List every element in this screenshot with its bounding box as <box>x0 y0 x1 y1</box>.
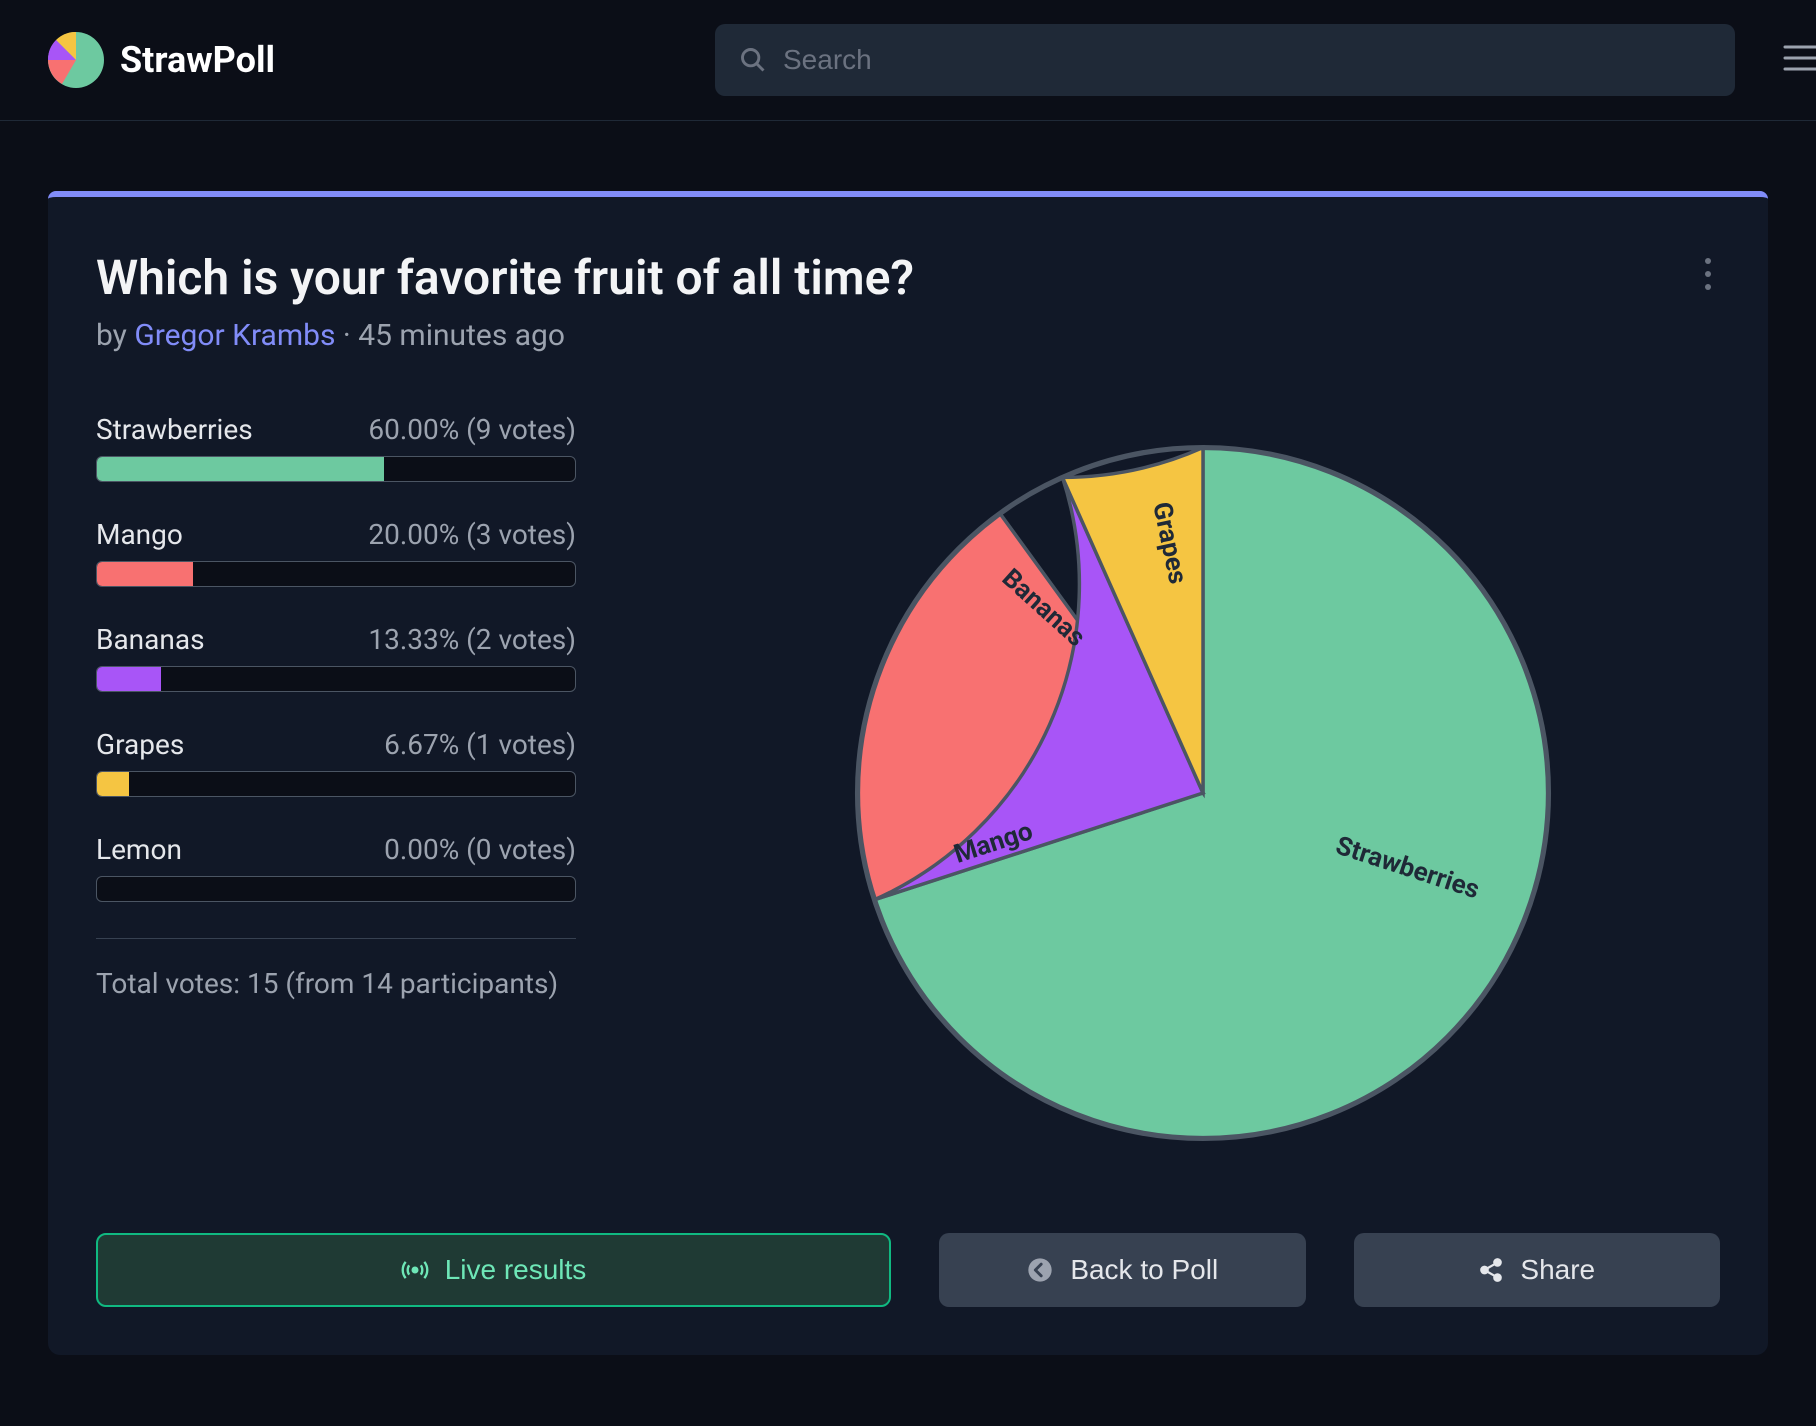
arrow-left-circle-icon <box>1026 1256 1054 1284</box>
divider <box>96 938 576 939</box>
search-icon <box>739 46 767 74</box>
totals-text: Total votes: 15 (from 14 participants) <box>96 963 576 1005</box>
poll-card: Which is your favorite fruit of all time… <box>48 191 1768 1355</box>
back-label: Back to Poll <box>1070 1254 1218 1286</box>
result-bar <box>96 771 576 797</box>
option-name: Lemon <box>96 833 182 866</box>
share-icon <box>1478 1257 1504 1283</box>
more-options-button[interactable] <box>1696 249 1720 303</box>
search-box[interactable] <box>715 24 1735 96</box>
result-row: Mango 20.00% (3 votes) <box>96 518 576 587</box>
option-stats: 60.00% (9 votes) <box>368 413 576 446</box>
pie-chart-container: Strawberries Mango Bananas Grapes <box>686 413 1720 1173</box>
option-name: Grapes <box>96 728 184 761</box>
dots-vertical-icon <box>1704 257 1712 291</box>
option-stats: 6.67% (1 votes) <box>384 728 576 761</box>
live-results-button[interactable]: Live results <box>96 1233 891 1307</box>
result-row: Strawberries 60.00% (9 votes) <box>96 413 576 482</box>
result-bar-fill <box>97 562 193 586</box>
option-stats: 13.33% (2 votes) <box>368 623 576 656</box>
live-results-label: Live results <box>445 1254 587 1286</box>
result-bar <box>96 876 576 902</box>
app-header: StrawPoll <box>0 0 1816 121</box>
poll-title: Which is your favorite fruit of all time… <box>96 249 1720 306</box>
author-link[interactable]: Gregor Krambs <box>134 318 335 353</box>
result-bar-fill <box>97 667 161 691</box>
brand-link[interactable]: StrawPoll <box>48 32 275 88</box>
pie-chart: Strawberries Mango Bananas Grapes <box>823 413 1583 1173</box>
result-row: Lemon 0.00% (0 votes) <box>96 833 576 902</box>
option-name: Bananas <box>96 623 205 656</box>
poll-time: 45 minutes ago <box>358 318 565 353</box>
results-list: Strawberries 60.00% (9 votes) Mango 20.0… <box>96 413 576 1173</box>
option-stats: 20.00% (3 votes) <box>368 518 576 551</box>
option-stats: 0.00% (0 votes) <box>384 833 576 866</box>
result-bar-fill <box>97 457 384 481</box>
result-bar <box>96 666 576 692</box>
search-input[interactable] <box>783 44 1711 76</box>
action-buttons: Live results Back to Poll Share <box>96 1233 1720 1307</box>
byline-sep: · <box>335 318 358 353</box>
brand-logo-icon <box>48 32 104 88</box>
menu-button[interactable] <box>1775 35 1816 85</box>
result-bar-fill <box>97 772 129 796</box>
hamburger-icon <box>1783 43 1816 73</box>
broadcast-icon <box>401 1256 429 1284</box>
poll-content: Strawberries 60.00% (9 votes) Mango 20.0… <box>96 413 1720 1173</box>
result-bar <box>96 561 576 587</box>
option-name: Strawberries <box>96 413 253 446</box>
result-row: Grapes 6.67% (1 votes) <box>96 728 576 797</box>
share-button[interactable]: Share <box>1354 1233 1721 1307</box>
back-to-poll-button[interactable]: Back to Poll <box>939 1233 1306 1307</box>
share-label: Share <box>1520 1254 1595 1286</box>
option-name: Mango <box>96 518 183 551</box>
poll-byline: by Gregor Krambs · 45 minutes ago <box>96 318 1720 353</box>
result-bar <box>96 456 576 482</box>
result-row: Bananas 13.33% (2 votes) <box>96 623 576 692</box>
search-container <box>715 24 1735 96</box>
byline-prefix: by <box>96 318 134 353</box>
brand-name: StrawPoll <box>120 39 275 81</box>
